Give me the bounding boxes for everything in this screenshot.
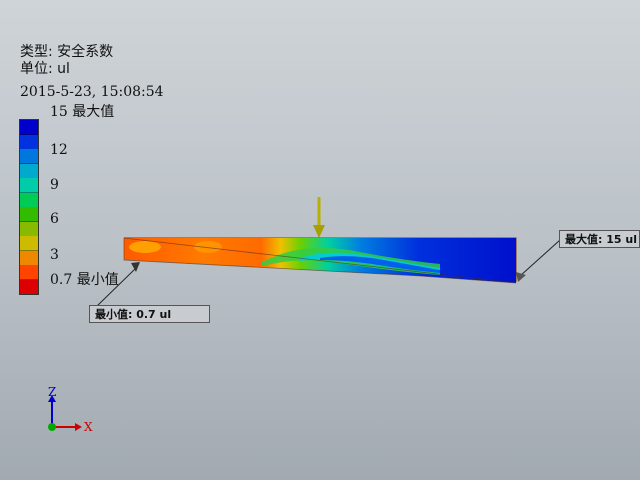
min-probe-marker	[131, 262, 140, 272]
color-legend-cell	[20, 120, 38, 135]
tick-max: 15 最大值	[50, 104, 115, 120]
color-legend-cell	[20, 163, 38, 179]
tick-min: 0.7 最小值	[50, 272, 119, 288]
axis-triad	[48, 395, 82, 431]
tick-min-suffix: 最小值	[76, 272, 119, 288]
tick-12: 12	[50, 142, 68, 158]
result-type-label: 类型: 安全系数	[20, 44, 114, 60]
model-scene	[48, 197, 561, 431]
max-probe-marker	[516, 272, 526, 282]
max-probe-leader	[519, 239, 561, 277]
unit-label: 单位: ul	[20, 61, 70, 77]
viewport-3d[interactable]: 类型: 安全系数 单位: ul 2015-5-23, 15:08:54 15 最…	[0, 0, 640, 480]
color-legend-cell	[20, 192, 38, 208]
tick-max-suffix: 最大值	[72, 104, 115, 120]
color-legend-cell	[20, 221, 38, 237]
timestamp-label: 2015-5-23, 15:08:54	[20, 84, 164, 100]
load-arrow	[313, 197, 325, 238]
tick-6: 6	[50, 211, 59, 227]
color-legend-cell	[20, 134, 38, 150]
color-legend-cell	[20, 207, 38, 222]
color-legend-cell	[20, 236, 38, 251]
color-legend-cell	[20, 178, 38, 193]
max-value-probe[interactable]: 最大值: 15 ul	[559, 230, 640, 248]
color-legend-cell	[20, 149, 38, 164]
color-legend-cell	[20, 279, 38, 294]
x-axis-label: X	[84, 420, 93, 434]
tick-9: 9	[50, 177, 59, 193]
tick-3: 3	[50, 247, 59, 263]
z-axis-label: Z	[48, 385, 57, 399]
color-legend-bar	[19, 119, 39, 295]
color-legend-cell	[20, 250, 38, 266]
min-value-probe[interactable]: 最小值: 0.7 ul	[89, 305, 210, 323]
color-legend-cell	[20, 265, 38, 280]
